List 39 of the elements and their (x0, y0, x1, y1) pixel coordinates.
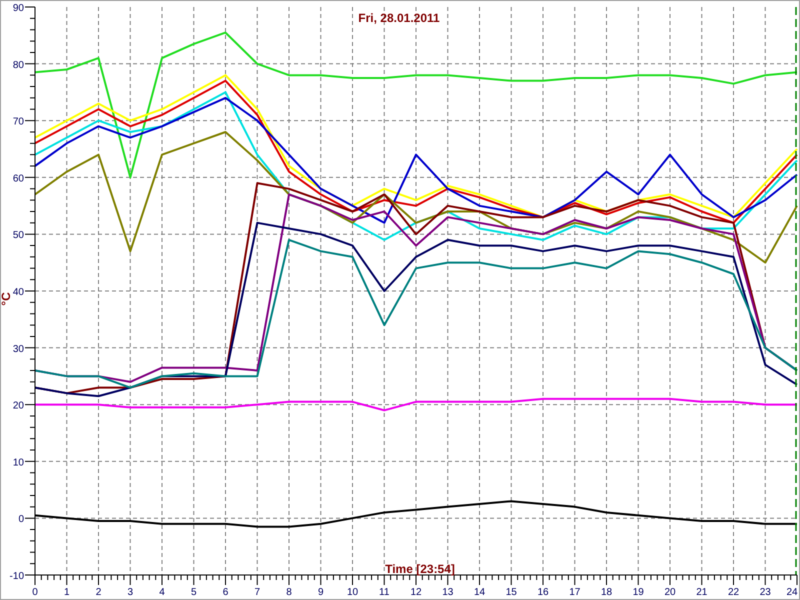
axis-tick-label: 16 (537, 587, 549, 598)
axis-tick-label: 22 (728, 587, 740, 598)
axis-tick-label: 2 (96, 587, 102, 598)
axis-tick-label: 8 (286, 587, 292, 598)
axis-tick-label: 21 (696, 587, 708, 598)
axis-tick-label: 14 (474, 587, 486, 598)
axis-tick-label: 11 (379, 587, 390, 598)
axis-tick-label: 40 (12, 287, 24, 298)
axis-tick-label: 17 (569, 587, 580, 598)
axis-tick-label: 24 (786, 587, 798, 598)
axis-tick-label: 1 (64, 587, 70, 598)
axis-tick-label: 3 (127, 587, 134, 598)
axis-tick-label: 90 (12, 3, 24, 14)
axis-tick-label: 5 (190, 587, 197, 598)
axis-tick-label: 23 (760, 587, 771, 598)
axis-tick-label: 0 (32, 587, 38, 598)
axis-tick-label: 80 (12, 60, 24, 71)
axis-tick-label: 50 (12, 230, 24, 242)
chart-title: Fri, 28.01.2011 (358, 11, 440, 25)
axis-tick-label: 19 (632, 587, 644, 598)
axis-tick-label: 60 (12, 173, 24, 184)
axis-title: °C (1, 292, 13, 306)
axis-tick-label: -10 (10, 571, 24, 582)
axis-tick-label: 4 (159, 587, 165, 598)
axis-tick-label: 6 (222, 587, 228, 598)
axis-tick-label: 9 (318, 587, 324, 598)
axis-tick-label: 15 (506, 587, 517, 598)
axis-tick-label: 7 (254, 587, 260, 598)
axis-tick-label: 30 (12, 344, 24, 355)
axis-tick-label: 20 (664, 587, 676, 598)
axis-tick-label: 18 (600, 587, 612, 598)
axis-tick-label: 12 (410, 587, 422, 598)
axis-tick-label: 13 (442, 587, 454, 598)
axis-tick-label: 10 (346, 587, 358, 598)
axis-tick-label: 0 (18, 514, 24, 526)
axis-tick-label: 70 (12, 116, 24, 128)
axis-tick-label: 10 (12, 457, 24, 468)
axis-title: Time [23:54] (385, 562, 455, 576)
axis-tick-label: 20 (12, 400, 24, 412)
